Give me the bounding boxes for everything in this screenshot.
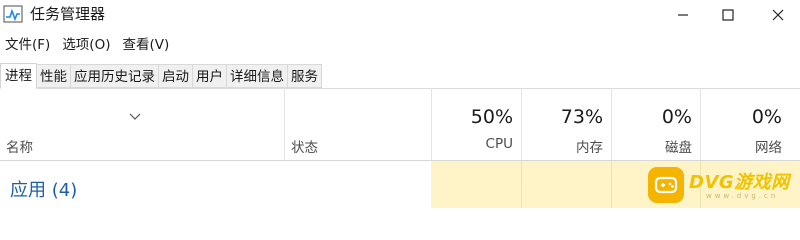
network-percent: 0% — [751, 106, 782, 128]
tab-users[interactable]: 用户 — [193, 64, 227, 88]
watermark-text: DVG游戏网 — [689, 172, 790, 193]
disk-percent: 0% — [661, 106, 692, 128]
menu-view[interactable]: 查看(V) — [116, 34, 175, 56]
cpu-percent: 50% — [470, 106, 513, 128]
watermark-subtext: www.dvg.cn — [706, 192, 779, 200]
menu-bar: 文件(F) 选项(O) 查看(V) — [0, 34, 175, 56]
network-label: 网络 — [755, 140, 782, 156]
tab-processes[interactable]: 进程 — [0, 63, 37, 89]
column-status[interactable]: 状态 — [291, 136, 318, 156]
column-network[interactable]: 0% 网络 — [700, 88, 790, 160]
close-icon — [772, 9, 784, 21]
memory-percent: 73% — [560, 106, 603, 128]
chevron-down-icon[interactable] — [129, 106, 141, 125]
column-header: 名称 状态 50% CPU 73% 内存 0% 磁盘 0% 网络 — [0, 88, 800, 161]
tab-app-history[interactable]: 应用历史记录 — [71, 64, 159, 88]
tab-services[interactable]: 服务 — [288, 64, 322, 88]
tab-startup[interactable]: 启动 — [159, 64, 193, 88]
group-title: 应用 (4) — [10, 180, 78, 201]
menu-file[interactable]: 文件(F) — [0, 34, 56, 56]
column-disk[interactable]: 0% 磁盘 — [611, 88, 700, 160]
maximize-button[interactable] — [705, 0, 750, 30]
maximize-icon — [721, 9, 734, 21]
task-manager-icon — [3, 5, 23, 23]
tab-performance[interactable]: 性能 — [37, 64, 71, 88]
tab-details[interactable]: 详细信息 — [227, 64, 288, 88]
column-memory[interactable]: 73% 内存 — [521, 88, 611, 160]
column-cpu[interactable]: 50% CPU — [431, 88, 521, 160]
memory-label: 内存 — [576, 140, 603, 156]
minimize-icon — [677, 9, 689, 21]
close-button[interactable] — [755, 0, 800, 30]
tab-bar: 进程 性能 应用历史记录 启动 用户 详细信息 服务 — [0, 63, 800, 89]
menu-options[interactable]: 选项(O) — [56, 34, 116, 56]
minimize-button[interactable] — [660, 0, 705, 30]
column-name[interactable]: 名称 — [6, 136, 33, 156]
title-bar: 任务管理器 — [0, 0, 800, 30]
gamepad-icon — [648, 167, 684, 203]
window-title: 任务管理器 — [30, 5, 106, 23]
cpu-label: CPU — [485, 136, 513, 152]
disk-label: 磁盘 — [665, 140, 692, 156]
watermark: DVG游戏网 www.dvg.cn — [648, 164, 800, 206]
